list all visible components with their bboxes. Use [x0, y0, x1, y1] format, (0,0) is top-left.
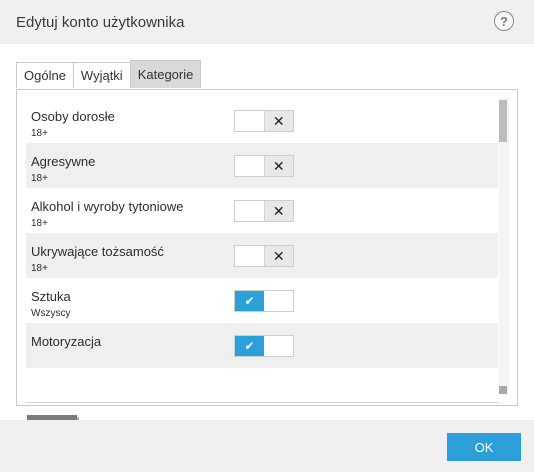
- dialog-title: Edytuj konto użytkownika: [16, 14, 185, 31]
- category-toggle-automotive[interactable]: ✔: [234, 335, 294, 357]
- category-label: Osoby dorosłe: [31, 109, 115, 124]
- list-item: Osoby dorosłe 18+ ✕: [26, 98, 498, 143]
- scrollbar-end: [499, 386, 507, 394]
- category-toggle-anonymizers[interactable]: ✕: [234, 245, 294, 267]
- tab-categories[interactable]: Kategorie: [129, 60, 202, 88]
- category-age-rating: Wszyscy: [31, 308, 71, 319]
- category-age-rating: 18+: [31, 173, 48, 184]
- checkmark-icon: ✔: [235, 336, 264, 356]
- category-age-rating: 18+: [31, 218, 48, 229]
- category-label: Alkohol i wyroby tytoniowe: [31, 199, 184, 214]
- divider: [26, 402, 499, 403]
- category-label: Motoryzacja: [31, 334, 102, 349]
- close-icon: ✕: [263, 156, 293, 176]
- dialog-footer: OK: [0, 420, 534, 472]
- close-icon: ✕: [263, 246, 293, 266]
- tab-exceptions[interactable]: Wyjątki: [72, 62, 131, 88]
- category-age-rating: 18+: [31, 128, 48, 139]
- scrollbar-thumb[interactable]: [499, 100, 507, 142]
- category-toggle-aggressive[interactable]: ✕: [234, 155, 294, 177]
- category-toggle-adult[interactable]: ✕: [234, 110, 294, 132]
- help-icon[interactable]: ?: [494, 11, 514, 31]
- dialog-body: Ogólne Wyjątki Kategorie Osoby dorosłe 1…: [0, 44, 534, 439]
- category-toggle-alcohol-tobacco[interactable]: ✕: [234, 200, 294, 222]
- category-label: Ukrywające tożsamość: [31, 244, 164, 259]
- list-item: Agresywne 18+ ✕: [26, 143, 498, 188]
- checkmark-icon: ✔: [235, 291, 264, 311]
- tab-general[interactable]: Ogólne: [16, 62, 74, 88]
- category-toggle-art[interactable]: ✔: [234, 290, 294, 312]
- list-scrollbar[interactable]: [499, 98, 509, 394]
- list-item: Sztuka Wszyscy ✔: [26, 278, 498, 323]
- tab-bar: Ogólne Wyjątki Kategorie: [16, 60, 202, 90]
- category-label: Agresywne: [31, 154, 96, 169]
- title-bar: Edytuj konto użytkownika ?: [0, 0, 534, 44]
- close-icon: ✕: [263, 111, 293, 131]
- list-item: Ukrywające tożsamość 18+ ✕: [26, 233, 498, 278]
- category-label: Sztuka: [31, 289, 71, 304]
- categories-panel: Osoby dorosłe 18+ ✕ Agresywne 18+ ✕ Alko…: [16, 89, 518, 439]
- list-item: Motoryzacja ✔: [26, 323, 498, 368]
- category-list: Osoby dorosłe 18+ ✕ Agresywne 18+ ✕ Alko…: [26, 98, 498, 394]
- list-item: Alkohol i wyroby tytoniowe 18+ ✕: [26, 188, 498, 233]
- ok-button[interactable]: OK: [447, 433, 521, 461]
- category-age-rating: 18+: [31, 263, 48, 274]
- close-icon: ✕: [263, 201, 293, 221]
